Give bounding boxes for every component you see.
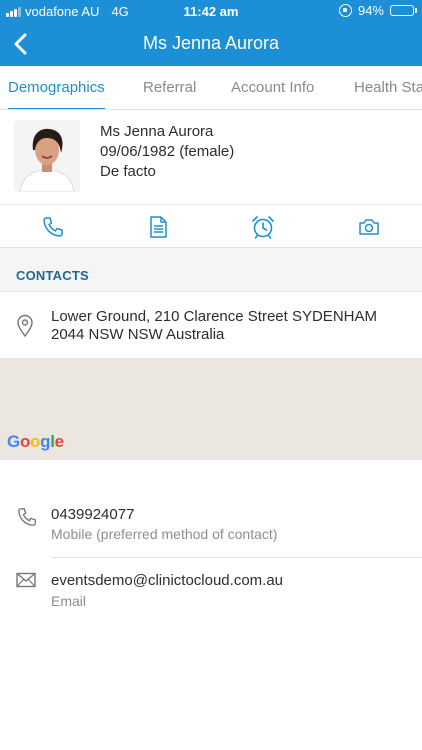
phone-icon xyxy=(16,506,38,533)
call-button[interactable] xyxy=(31,205,75,249)
reminder-button[interactable] xyxy=(241,205,285,249)
patient-profile: Ms Jenna Aurora 09/06/1982 (female) De f… xyxy=(0,110,422,204)
divider xyxy=(51,557,422,558)
alarm-clock-icon xyxy=(252,216,274,239)
envelope-icon xyxy=(16,572,36,593)
battery-icon xyxy=(390,5,417,16)
tab-bar: Demographics Referral Account Info Healt… xyxy=(0,66,422,110)
documents-button[interactable] xyxy=(136,205,180,249)
address-line-2: 2044 NSW NSW Australia xyxy=(51,326,225,343)
patient-name: Ms Jenna Aurora xyxy=(100,123,214,140)
email-address: eventsdemo@clinictocloud.com.au xyxy=(51,572,284,589)
rotation-lock-icon xyxy=(338,4,352,17)
back-button[interactable] xyxy=(8,26,38,62)
patient-relationship: De facto xyxy=(100,163,156,180)
tab-account-info[interactable]: Account Info xyxy=(231,66,314,109)
document-icon xyxy=(150,216,167,238)
google-logo: Google xyxy=(7,432,64,451)
camera-icon xyxy=(359,219,379,235)
status-bar: vodafone AU 4G 11:42 am 94% xyxy=(0,0,422,22)
address-line-1: Lower Ground, 210 Clarence Street SYDENH… xyxy=(51,308,377,325)
contacts-title: CONTACTS xyxy=(16,268,89,283)
tab-demographics[interactable]: Demographics xyxy=(8,66,105,109)
phone-label: Mobile (preferred method of contact) xyxy=(51,526,278,542)
location-pin-icon xyxy=(16,314,34,343)
map-view[interactable]: Google xyxy=(0,358,422,460)
phone-row[interactable]: 0439924077 Mobile (preferred method of c… xyxy=(0,494,422,558)
address-row[interactable]: Lower Ground, 210 Clarence Street SYDENH… xyxy=(0,292,422,358)
patient-photo xyxy=(14,120,80,192)
patient-dob: 09/06/1982 (female) xyxy=(100,143,235,160)
phone-icon xyxy=(43,217,63,237)
camera-button[interactable] xyxy=(347,205,391,249)
top-bar: vodafone AU 4G 11:42 am 94% Ms Jenna Aur… xyxy=(0,0,422,66)
tab-referral[interactable]: Referral xyxy=(143,66,196,109)
page-title: Ms Jenna Aurora xyxy=(142,33,280,53)
nav-bar: Ms Jenna Aurora xyxy=(0,22,422,66)
tab-health-status[interactable]: Health Sta xyxy=(354,66,422,109)
avatar xyxy=(14,120,80,192)
contacts-section-header: CONTACTS xyxy=(0,248,422,292)
battery-percent: 94% xyxy=(357,3,384,18)
action-bar xyxy=(0,204,422,248)
email-label: Email xyxy=(51,593,87,609)
email-row[interactable]: eventsdemo@clinictocloud.com.au Email xyxy=(0,560,422,624)
phone-number: 0439924077 xyxy=(51,506,135,523)
chevron-left-icon xyxy=(14,33,27,55)
